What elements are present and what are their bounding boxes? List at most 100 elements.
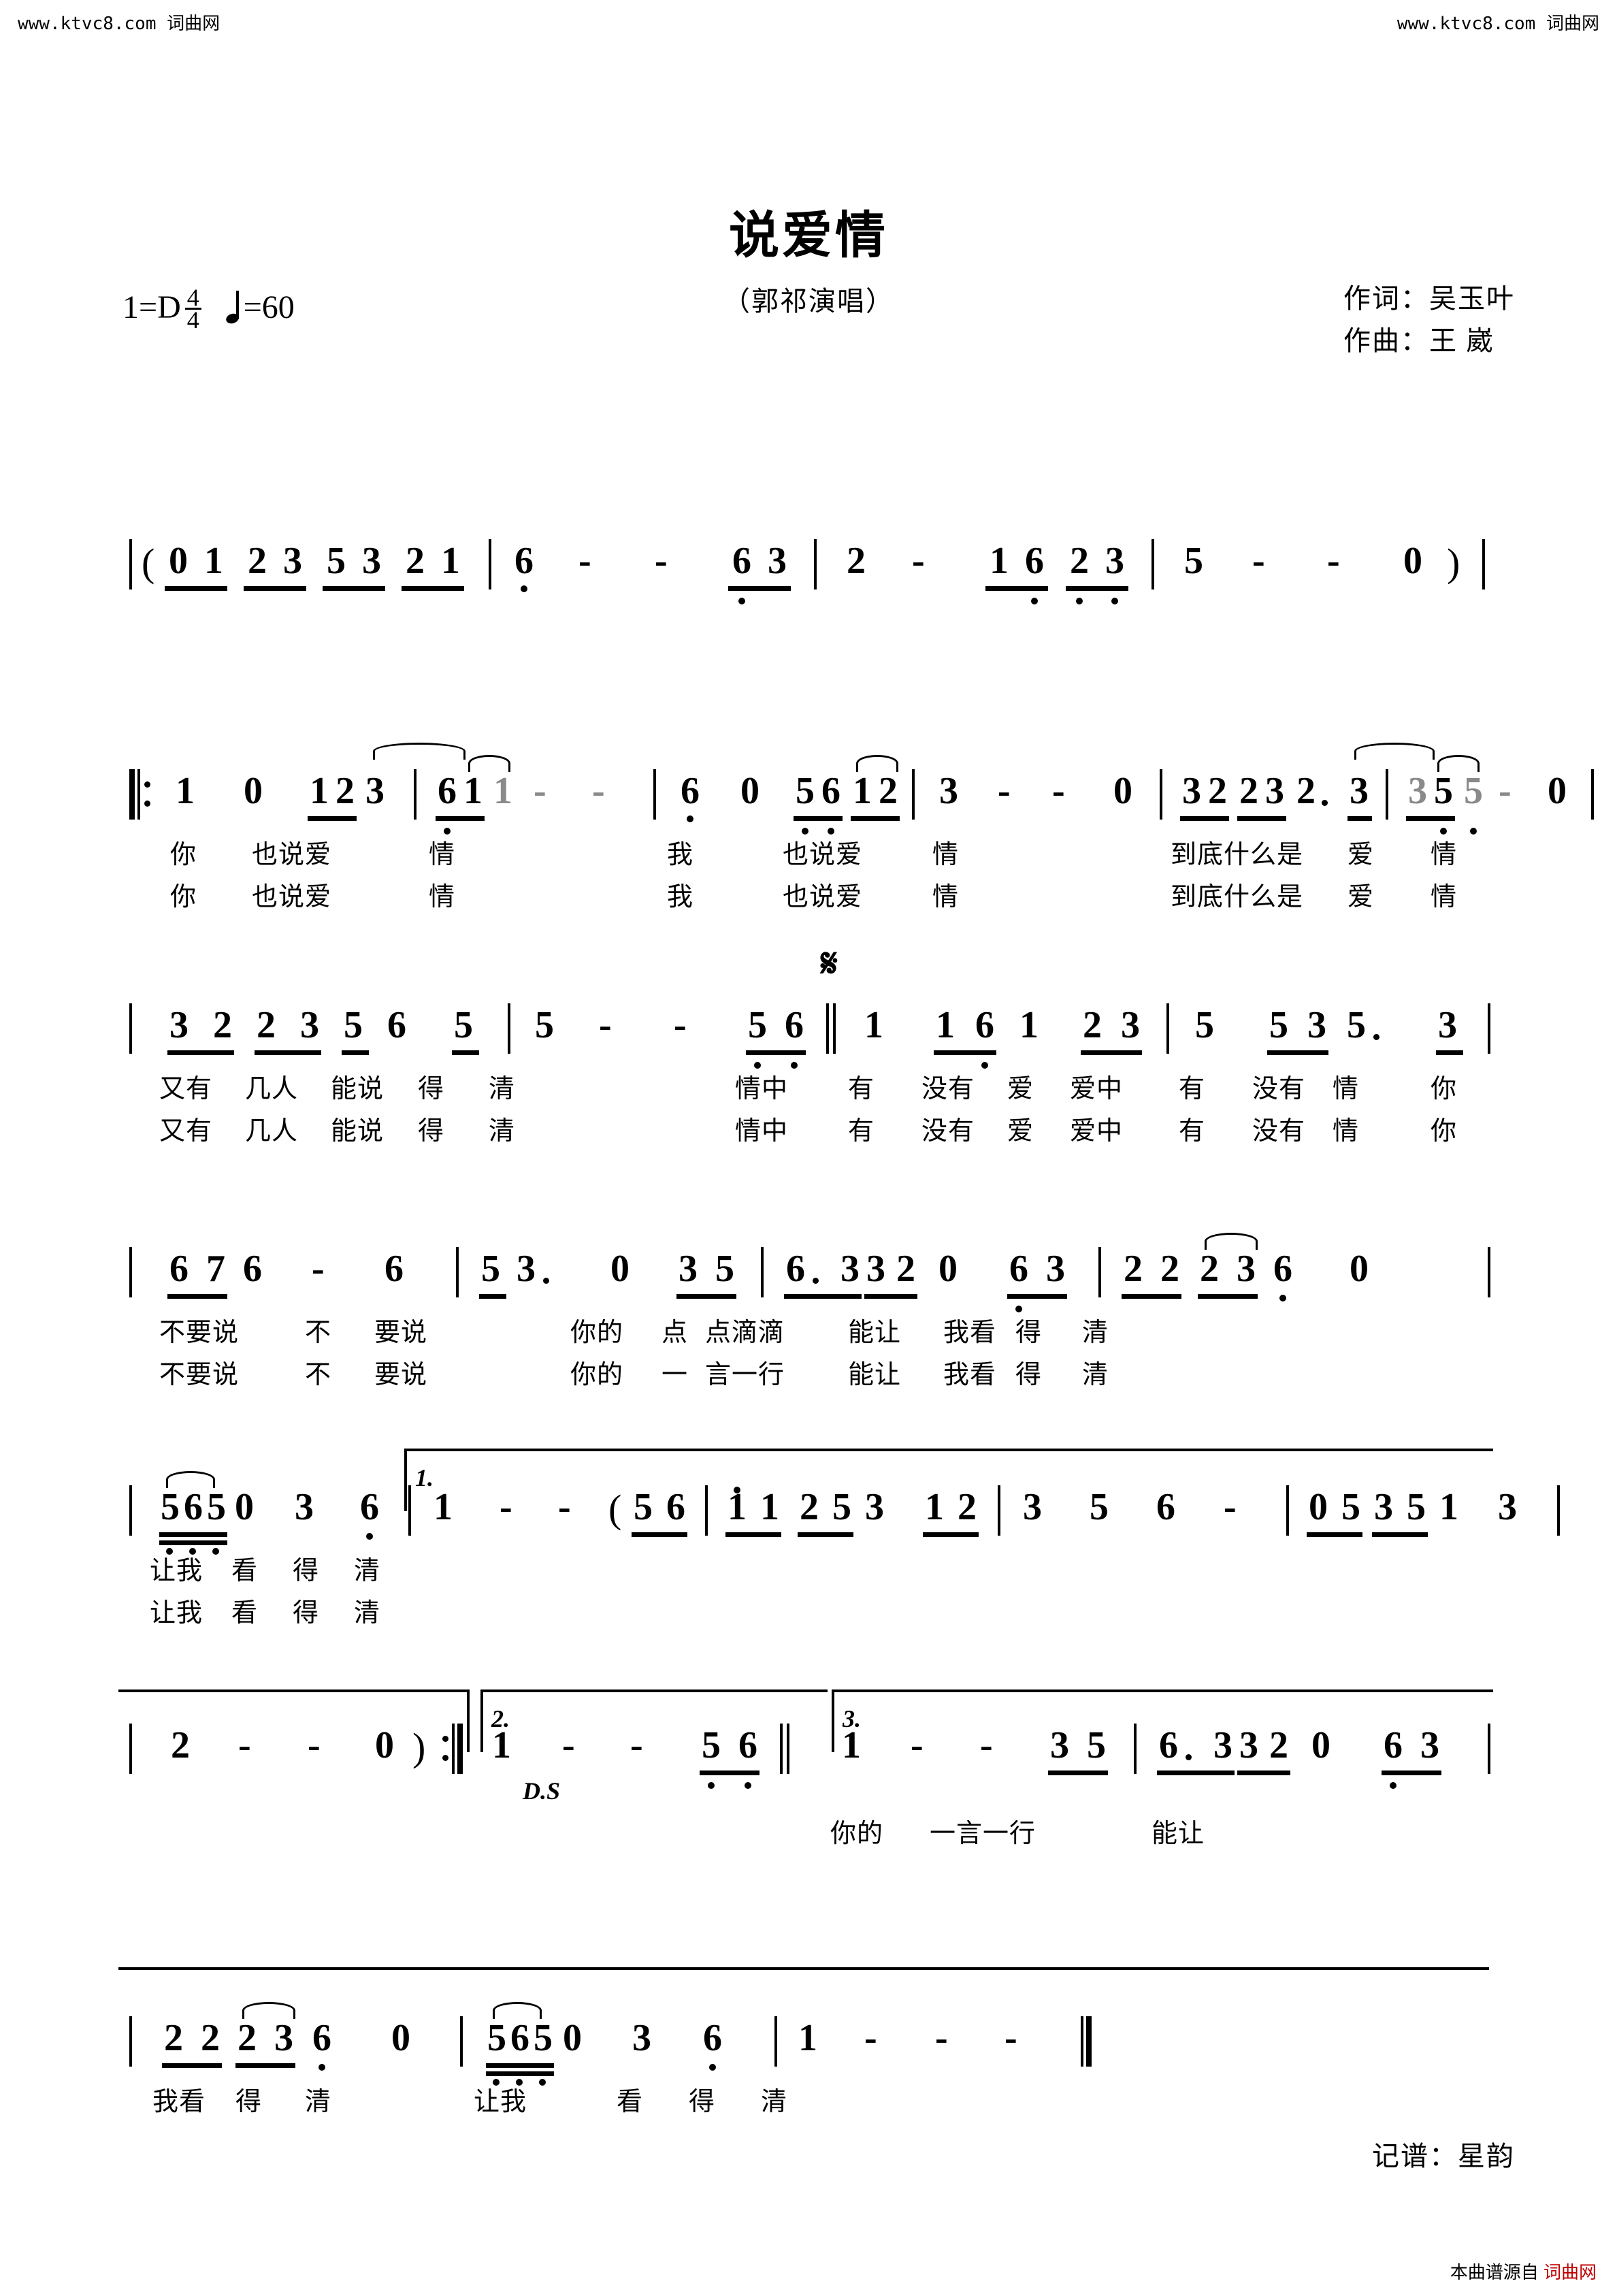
- lyric-syllable: 有: [848, 1117, 875, 1146]
- beam: [165, 586, 227, 591]
- lyric-syllable: 没有: [921, 1117, 975, 1146]
- octave-dot-low: [708, 1782, 715, 1789]
- tie: [242, 2002, 295, 2019]
- barline: [1488, 1724, 1490, 1774]
- barline: [460, 2016, 463, 2067]
- lyric-syllable: 让我: [150, 1557, 203, 1585]
- note: 6: [732, 540, 751, 582]
- note: 2: [257, 1004, 276, 1046]
- note: 0: [235, 1486, 254, 1528]
- lyric-syllable: 你: [1431, 1075, 1458, 1103]
- tie: [166, 1471, 215, 1488]
- sustain-dash: -: [238, 1724, 251, 1766]
- watermark-top-left: www.ktvc8.com 词曲网: [18, 14, 220, 34]
- note: 0: [1309, 1486, 1328, 1528]
- note: 6: [184, 1486, 203, 1528]
- note: 3: [1121, 1004, 1140, 1046]
- note: 0: [244, 770, 263, 812]
- note: 0: [1548, 770, 1567, 812]
- lyric-syllable: 情: [1431, 883, 1458, 911]
- lyric-syllable: 让我: [150, 1599, 203, 1628]
- beam: [725, 1532, 781, 1537]
- lyrics-verse-1: 不要说 不 要说 你的 点 点滴滴 能让 我看 得 清: [129, 1311, 1490, 1353]
- beam: [1307, 1532, 1362, 1537]
- note: 5: [796, 770, 815, 812]
- note: 1: [990, 540, 1009, 582]
- beam: [486, 2063, 554, 2068]
- note: 1: [493, 770, 512, 812]
- lyric-syllable: 情: [1333, 1075, 1360, 1103]
- lyric-syllable: 得: [293, 1557, 320, 1585]
- lyrics-verse-2: 让我 看 得 清: [129, 1591, 1490, 1634]
- note: 2: [1269, 1724, 1288, 1766]
- note: 3: [1498, 1486, 1517, 1528]
- double-barline: [780, 1724, 789, 1774]
- beam: [1348, 816, 1372, 821]
- lyric-syllable: 得: [235, 2088, 263, 2116]
- lyric-syllable: 一言一行: [930, 1820, 1036, 1848]
- sustain-dash: -: [1224, 1486, 1237, 1528]
- note: 2: [1160, 1248, 1179, 1290]
- note: 0: [1350, 1248, 1369, 1290]
- note: 6: [385, 1248, 404, 1290]
- lyric-syllable: 点: [662, 1319, 689, 1347]
- beam: [700, 1770, 760, 1775]
- barline: [456, 1247, 459, 1297]
- lyric-syllable: 得: [418, 1117, 445, 1146]
- lyric-syllable: 爱: [1348, 841, 1375, 869]
- notation-row: 5 6 5 0 3 6 1 - - ( 5 6 1 1 2 5 3 1 2 3 …: [129, 1464, 1560, 1555]
- beam: [1382, 1770, 1441, 1775]
- note: 5: [748, 1004, 767, 1046]
- beam: [159, 1532, 227, 1537]
- note: 0: [1311, 1724, 1330, 1766]
- barline: [129, 2016, 132, 2067]
- sustain-dash: -: [674, 1004, 687, 1046]
- note: 1: [864, 1004, 883, 1046]
- barline: [814, 539, 817, 589]
- lyric-syllable: 你: [170, 883, 197, 911]
- note: 1: [760, 1486, 779, 1528]
- note: 0: [1113, 770, 1132, 812]
- lyric-syllable: 我看: [152, 2088, 206, 2116]
- lyric-syllable: 得: [1015, 1319, 1043, 1347]
- beam: [436, 816, 485, 821]
- music-system-4: 6 7 6 - 6 5 3 0 3 5 6 3 3 2 0 6 3 2 2 2 …: [129, 1225, 1490, 1395]
- lyric-syllable: 要说: [374, 1361, 428, 1389]
- lyric-syllable: 我看: [943, 1319, 997, 1347]
- note: 1: [492, 1724, 511, 1766]
- note: 1: [176, 770, 195, 812]
- lyric-syllable: 情: [932, 883, 960, 911]
- tie: [373, 743, 466, 760]
- note: 5: [1090, 1486, 1109, 1528]
- lyric-syllable: 得: [689, 2088, 716, 2116]
- note: 2: [201, 2017, 220, 2059]
- music-system-6: 2. 3. 2 - - 0 ) 1 - - 5 6 1 - - 3 5 6 3 …: [118, 1689, 1493, 1854]
- lyric-syllable: 你: [1431, 1117, 1458, 1146]
- notation-row: 2 2 2 3 6 0 5 6 5 0 3 6 1 - - -: [129, 1994, 1490, 2086]
- lyric-syllable: 你的: [570, 1319, 624, 1347]
- octave-dot-low: [687, 815, 693, 822]
- beam: [934, 1050, 996, 1055]
- tie: [1205, 1233, 1258, 1250]
- key-signature: 1=D 4 4 =60: [122, 285, 295, 333]
- lyric-syllable: 我: [667, 883, 694, 911]
- note: 3: [362, 540, 381, 582]
- note: 6: [1384, 1724, 1403, 1766]
- music-system-7: 2 2 2 3 6 0 5 6 5 0 3 6 1 - - - 我看 得 清 让…: [118, 1967, 1490, 2122]
- lyrics-verse-1: 我看 得 清 让我 看 得 清: [129, 2080, 1490, 2122]
- barline: [408, 1485, 411, 1536]
- note: 1: [936, 1004, 955, 1046]
- lyrics-verse-1: 让我 看 得 清: [129, 1549, 1490, 1591]
- octave-dot-low: [1390, 1782, 1396, 1789]
- lyric-syllable: 情: [1431, 841, 1458, 869]
- lyric-syllable: 得: [1015, 1361, 1043, 1389]
- note: 3: [1408, 770, 1427, 812]
- beam: [1122, 1294, 1181, 1299]
- sustain-dash: -: [912, 540, 925, 582]
- lyrics-verse-2: 你 也说爱 情 我 也说爱 情 到底什么是 爱 情: [129, 875, 1490, 918]
- beam: [167, 1294, 227, 1299]
- lyric-syllable: 能说: [331, 1075, 385, 1103]
- beam: [402, 586, 464, 591]
- note: 6: [243, 1248, 262, 1290]
- note: 0: [1403, 540, 1422, 582]
